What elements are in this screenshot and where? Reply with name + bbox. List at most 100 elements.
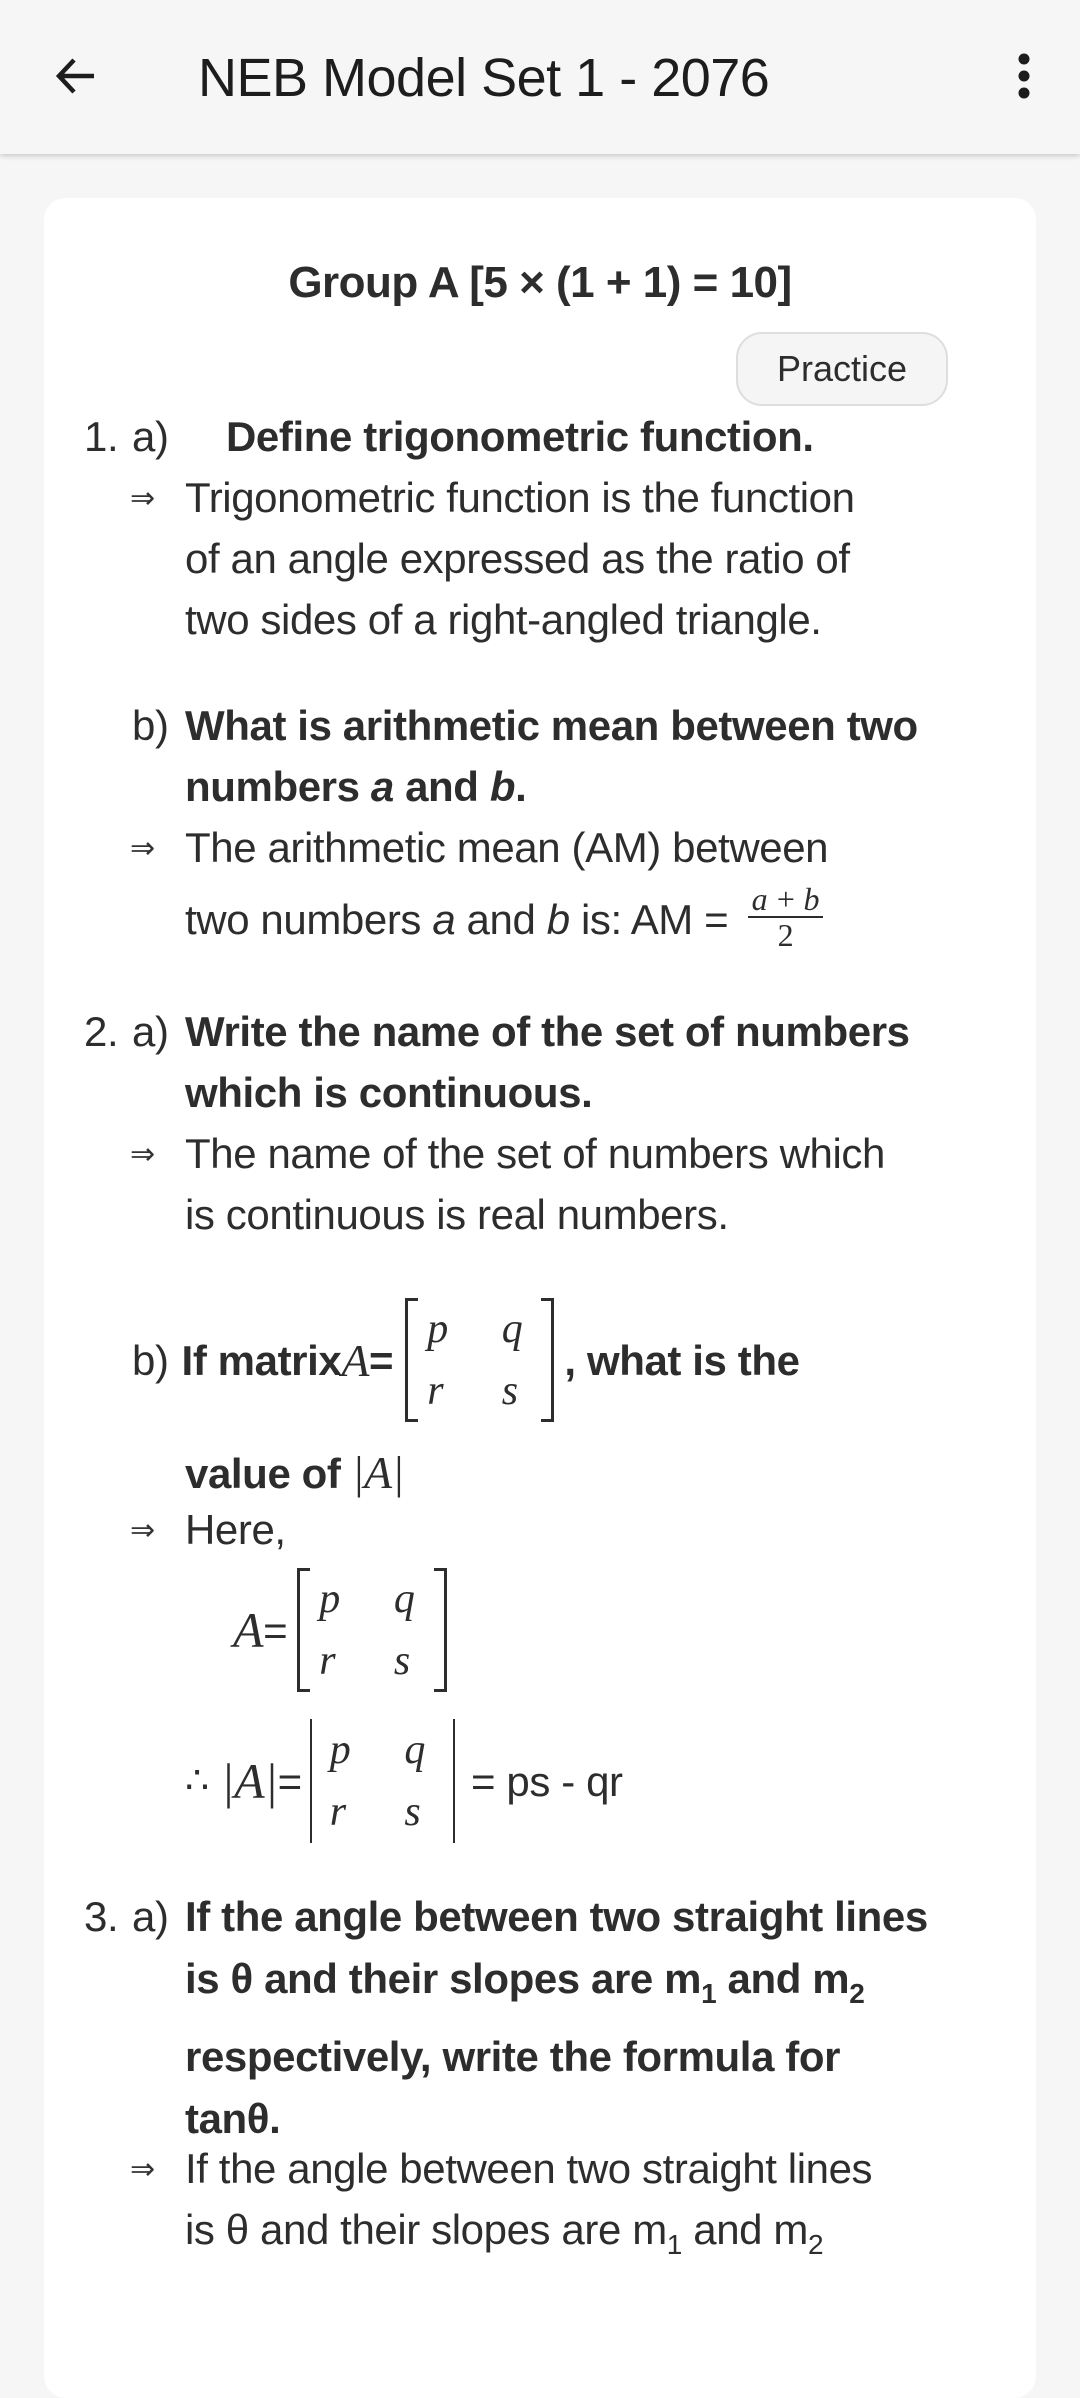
fraction: a + b2 (747, 882, 824, 952)
question-text: If the angle between two straight lines … (185, 1886, 928, 2149)
question-label: b) (132, 702, 169, 749)
text-span: , what is the (564, 1336, 800, 1384)
text-span: value of (185, 1450, 352, 1497)
matrix-name: A (341, 1334, 370, 1386)
matrix-cell: s (501, 1368, 518, 1414)
question-3a: 3. a) If the angle between two straight … (84, 1886, 1024, 2142)
matrix-cell: q (404, 1727, 425, 1773)
group-title: Group A [5 × (1 + 1) = 10] (288, 258, 792, 307)
text-span: and (393, 763, 490, 810)
answer-line: The name of the set of numbers which (185, 1130, 885, 1177)
text-span: and m (681, 2206, 808, 2253)
question-line: numbers a and b. (185, 756, 918, 817)
variable-a: a (370, 763, 394, 810)
matrix-equation: A = p q r s (233, 1563, 447, 1697)
matrix-cell: q (393, 1576, 415, 1622)
text-span: = (277, 1757, 303, 1805)
question-line: If the angle between two straight lines (185, 1893, 928, 1940)
question-text: What is arithmetic mean between two numb… (185, 695, 918, 817)
text-span: numbers (185, 763, 371, 810)
answer-line: is θ and their slopes are m1 and m2 (185, 2199, 1015, 2275)
therefore-symbol: ∴ (185, 1759, 209, 1802)
variable-b: b (546, 896, 570, 944)
question-1a: 1. a) Define trigonometric function. (84, 406, 1004, 467)
determinant-expression: |A| (351, 1447, 405, 1498)
determinant-matrix: p q r s (308, 1719, 457, 1843)
matrix-cell: r (329, 1789, 346, 1835)
question-number: 2. (84, 1008, 119, 1055)
text-span: two numbers (185, 896, 433, 944)
answer-line: If the angle between two straight lines (185, 2145, 873, 2192)
back-button[interactable] (40, 40, 112, 112)
question-label: a) (132, 1893, 169, 1940)
answer-line: two numbers a and b is: AM = a + b2 (185, 882, 1005, 958)
page-title: NEB Model Set 1 - 2076 (198, 48, 770, 108)
more-options-button[interactable] (988, 40, 1060, 112)
app-bar: NEB Model Set 1 - 2076 (0, 0, 1080, 154)
text-span: is θ and their slopes are m (185, 1955, 702, 2002)
question-number: 1. (84, 413, 119, 460)
question-card: Group A [5 × (1 + 1) = 10] Practice 1. a… (44, 198, 1036, 2398)
matrix-cell: p (319, 1576, 340, 1622)
matrix-cell: p (329, 1727, 351, 1773)
answer-arrow-icon: ⇒ (130, 1138, 156, 1171)
subscript: 1 (701, 1978, 717, 2009)
answer-line: Trigonometric function is the function (185, 474, 855, 521)
question-text: Write the name of the set of numbers whi… (185, 1001, 910, 1123)
question-line: respectively, write the formula for (185, 2033, 841, 2080)
variable-b: b (489, 763, 516, 810)
question-label: a) (132, 1008, 169, 1055)
answer-line: Here, (185, 1506, 286, 1553)
text-span: = (369, 1336, 394, 1384)
variable-a: a (432, 896, 456, 944)
determinant-expression: |A| (220, 1752, 278, 1809)
answer-line: is continuous is real numbers. (185, 1191, 729, 1238)
practice-button[interactable]: Practice (736, 332, 948, 406)
answer-1a: Trigonometric function is the function o… (185, 467, 1005, 650)
question-number: 3. (84, 1893, 119, 1940)
question-line: which is continuous. (185, 1069, 593, 1116)
answer-line: two sides of a right-angled triangle. (185, 596, 822, 643)
question-2a: 2. a) Write the name of the set of numbe… (84, 1001, 1014, 1123)
question-label: b) (132, 1336, 169, 1384)
matrix-cell: r (427, 1368, 444, 1414)
question-1b: b) What is arithmetic mean between two n… (132, 695, 1012, 817)
matrix-cell: p (427, 1306, 448, 1352)
more-vert-icon (1018, 53, 1030, 99)
matrix-cell: s (393, 1638, 410, 1684)
subscript: 2 (807, 2229, 824, 2260)
determinant-result: = ps - qr (470, 1757, 623, 1805)
answer-line: The arithmetic mean (AM) between (185, 824, 829, 871)
text-span: and m (716, 1955, 850, 2002)
question-line: b) If matrix A = p q r s , what is the (132, 1290, 800, 1430)
text-span: If matrix (181, 1336, 342, 1384)
text-span: = (263, 1606, 288, 1654)
text-span: is: AM = (569, 896, 740, 944)
answer-arrow-icon: ⇒ (130, 482, 156, 515)
matrix-cell: q (501, 1306, 523, 1352)
matrix-a: p q r s (297, 1568, 447, 1692)
matrix-cell: r (319, 1638, 336, 1684)
answer-2a: The name of the set of numbers which is … (185, 1123, 1015, 1245)
text-span: and (455, 896, 547, 944)
text-span: . (515, 763, 527, 810)
question-label: a) (132, 413, 169, 460)
question-line: What is arithmetic mean between two (185, 702, 918, 749)
determinant-equation: ∴ |A| = p q r s = ps - qr (185, 1706, 623, 1856)
matrix-name: A (233, 1601, 264, 1658)
matrix-cell: s (404, 1789, 421, 1835)
answer-arrow-icon: ⇒ (130, 1514, 156, 1547)
arrow-left-icon (55, 58, 94, 94)
question-line: Write the name of the set of numbers (185, 1008, 910, 1055)
subscript: 1 (666, 2229, 683, 2260)
answer-arrow-icon: ⇒ (130, 2153, 156, 2186)
answer-1b: The arithmetic mean (AM) between two num… (185, 817, 1005, 958)
question-line: is θ and their slopes are m1 and m2 (185, 1947, 928, 2025)
text-span: is θ and their slopes are m (185, 2206, 667, 2253)
question-text: Define trigonometric function. (226, 413, 814, 460)
matrix-a: p q r s (405, 1298, 555, 1422)
fraction-numerator: a + b (747, 882, 824, 918)
answer-line: of an angle expressed as the ratio of (185, 535, 850, 582)
question-2b: b) If matrix A = p q r s , what is the val… (132, 1290, 1012, 1498)
answer-3a: If the angle between two straight lines … (185, 2138, 1015, 2275)
